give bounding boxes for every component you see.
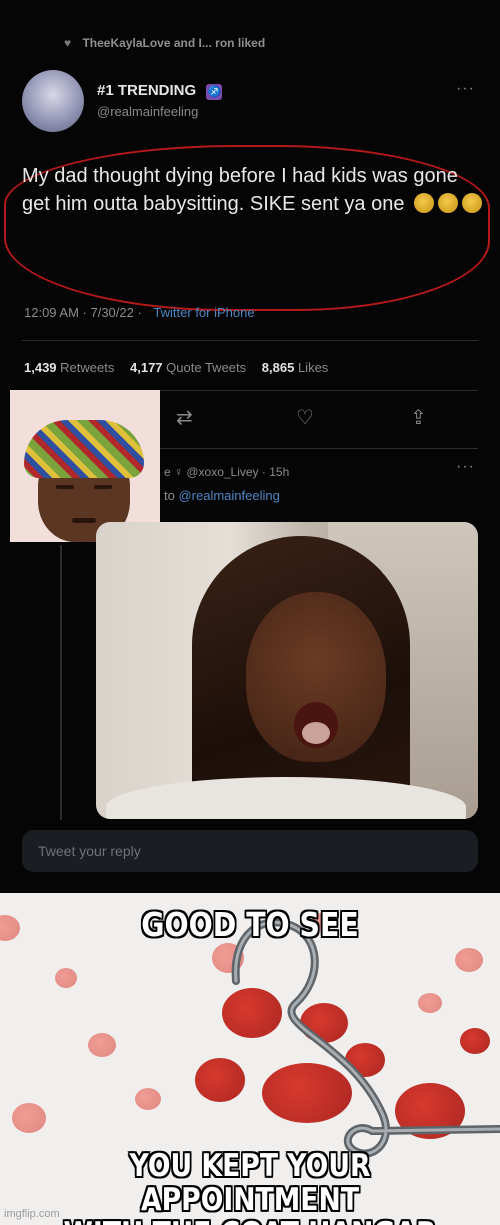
- heart-icon: ♥: [64, 36, 72, 50]
- quote-tweets-label: Quote Tweets: [166, 360, 247, 375]
- sagittarius-icon: ♐: [206, 84, 223, 100]
- divider: [22, 340, 478, 341]
- replying-to-line: to @realmainfeeling: [164, 488, 280, 503]
- more-options-icon[interactable]: ···: [456, 80, 475, 98]
- laughing-emoji-icon: [414, 193, 435, 213]
- replying-to-handle[interactable]: @realmainfeeling: [178, 488, 279, 503]
- meme-bottom-line-1: YOU KEPT YOUR APPOINTMENT: [129, 1148, 371, 1218]
- reply-author-line[interactable]: e ♀ @xoxo_Livey · 15h: [164, 465, 289, 479]
- imgflip-watermark[interactable]: imgflip.com: [4, 1208, 60, 1220]
- reply-gif-surprised-woman[interactable]: [96, 522, 478, 819]
- author-handle[interactable]: @realmainfeeling: [97, 104, 198, 119]
- meme-bottom-caption: YOU KEPT YOUR APPOINTMENT WITH THE COAT …: [35, 1149, 465, 1225]
- meme-bottom-line-2: WITH THE COAT HANGAR: [35, 1217, 465, 1225]
- retweet-icon[interactable]: ⇄: [176, 405, 193, 430]
- author-avatar[interactable]: [22, 70, 84, 132]
- tweet-text-content: My dad thought dying before I had kids w…: [22, 165, 458, 215]
- tweet-meta: 12:09 AM · 7/30/22 · Twitter for iPhone: [24, 305, 255, 320]
- reply-placeholder: Tweet your reply: [38, 843, 141, 859]
- headwrap: [24, 420, 144, 478]
- laughing-emoji-icon: [462, 193, 483, 213]
- thread-line: [60, 545, 62, 820]
- retweets-label: Retweets: [60, 360, 115, 375]
- tweet-stats: 1,439 Retweets 4,177 Quote Tweets 8,865 …: [24, 360, 328, 375]
- likes-count[interactable]: 8,865: [262, 360, 295, 375]
- reply-input[interactable]: Tweet your reply: [22, 830, 478, 872]
- tweet-source-link[interactable]: Twitter for iPhone: [153, 305, 254, 320]
- like-heart-icon[interactable]: ♡: [296, 405, 314, 430]
- meme-top-caption: GOOD TO SEE: [141, 905, 359, 944]
- share-icon[interactable]: ⇪: [410, 405, 427, 430]
- meme-caption-panel: GOOD TO SEE YOU KEPT YOUR APPOINTMENT WI…: [0, 893, 500, 1225]
- laughing-emoji-icon: [438, 193, 459, 213]
- tweet-screenshot-panel: ♥ TheeKaylaLove and I... ron liked #1 TR…: [0, 0, 500, 893]
- reply-more-options-icon[interactable]: ···: [456, 458, 475, 476]
- tweet-text: My dad thought dying before I had kids w…: [22, 162, 483, 218]
- replying-prefix: to: [164, 488, 175, 503]
- retweets-count[interactable]: 1,439: [24, 360, 57, 375]
- author-display-name[interactable]: #1 TRENDING ♐: [97, 82, 223, 100]
- liked-by-row: ♥ TheeKaylaLove and I... ron liked: [64, 36, 265, 50]
- display-name-text: #1 TRENDING: [97, 82, 197, 99]
- likes-label: Likes: [297, 360, 329, 375]
- quote-tweets-count[interactable]: 4,177: [130, 360, 163, 375]
- liked-by-text: TheeKaylaLove and I... ron liked: [82, 36, 266, 50]
- tweet-timestamp: 12:09 AM · 7/30/22 ·: [24, 305, 142, 320]
- crying-reaction-image: [10, 390, 160, 542]
